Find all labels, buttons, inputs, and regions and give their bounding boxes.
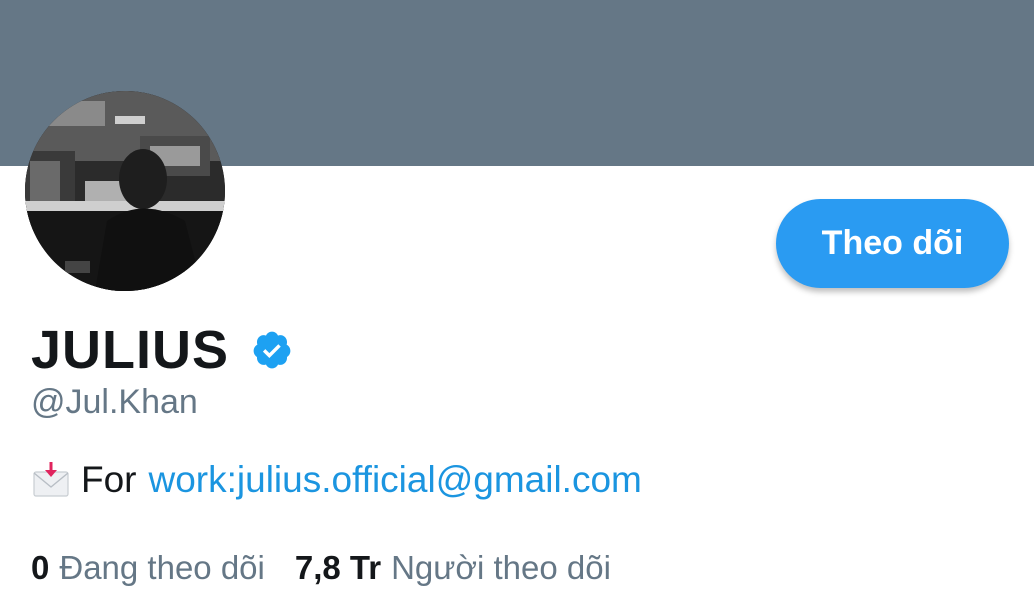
following-label: Đang theo dõi: [59, 549, 265, 586]
following-count: 0: [31, 549, 50, 586]
envelope-with-arrow-icon: [31, 460, 71, 500]
bio-prefix: For: [81, 459, 137, 500]
bio-email-link[interactable]: work:julius.official@gmail.com: [149, 456, 642, 504]
avatar[interactable]: [25, 91, 225, 291]
follow-button[interactable]: Theo dõi: [776, 199, 1009, 288]
followers-stat[interactable]: 7,8 Tr Người theo dõi: [295, 546, 611, 590]
profile-stats: 0 Đang theo dõi 7,8 Tr Người theo dõi: [31, 546, 611, 590]
verified-badge-icon: [251, 329, 293, 371]
profile-page: Theo dõi JULIUS @Jul.Khan For work:juliu…: [0, 0, 1034, 600]
followers-count: 7,8 Tr: [294, 549, 382, 586]
avatar-photo: [25, 91, 225, 291]
following-stat[interactable]: 0 Đang theo dõi: [31, 546, 265, 590]
profile-handle: @Jul.Khan: [31, 383, 198, 421]
display-name: JULIUS: [31, 320, 230, 380]
followers-label: Người theo dõi: [391, 549, 611, 586]
name-row: JULIUS: [31, 318, 293, 382]
profile-bio: For work:julius.official@gmail.com: [31, 456, 642, 504]
